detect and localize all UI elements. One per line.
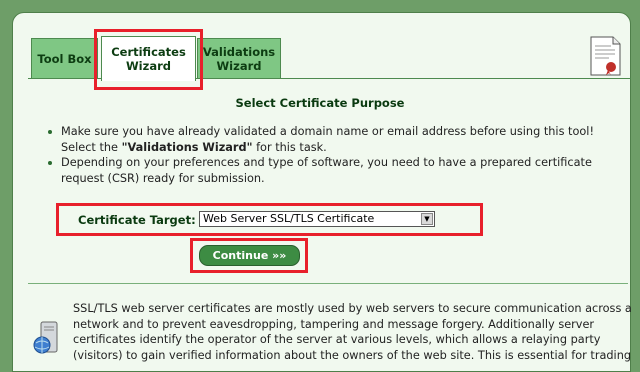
continue-button[interactable]: Continue »» [199,245,300,266]
tab-label: Tool Box [37,52,92,66]
chevron-down-icon[interactable]: ▼ [421,213,433,225]
tab-tool-box[interactable]: Tool Box [31,38,98,79]
list-item: Make sure you have already validated a d… [46,124,632,155]
tab-validations-wizard[interactable]: Validations Wizard [197,38,281,79]
selected-value: Web Server SSL/TLS Certificate [203,212,375,225]
tab-label: Certificates Wizard [111,45,186,73]
divider [28,283,628,284]
description-text: SSL/TLS web server certificates are most… [73,302,632,362]
certificate-target-label: Certificate Target: [78,213,196,227]
tab-label: Validations Wizard [202,45,276,73]
certificate-document-icon [590,36,621,76]
validations-wizard-reference: "Validations Wizard" [121,140,253,154]
certificate-target-select[interactable]: Web Server SSL/TLS Certificate ▼ [199,211,435,227]
bullet-text: Depending on your preferences and type o… [61,156,592,185]
server-globe-icon [33,321,58,354]
instructions-list: Make sure you have already validated a d… [46,124,632,186]
tab-certificates-wizard[interactable]: Certificates Wizard [101,36,196,81]
list-item: Depending on your preferences and type o… [46,155,632,186]
page-title: Select Certificate Purpose [235,96,405,110]
bullet-text: for this task. [252,140,327,154]
